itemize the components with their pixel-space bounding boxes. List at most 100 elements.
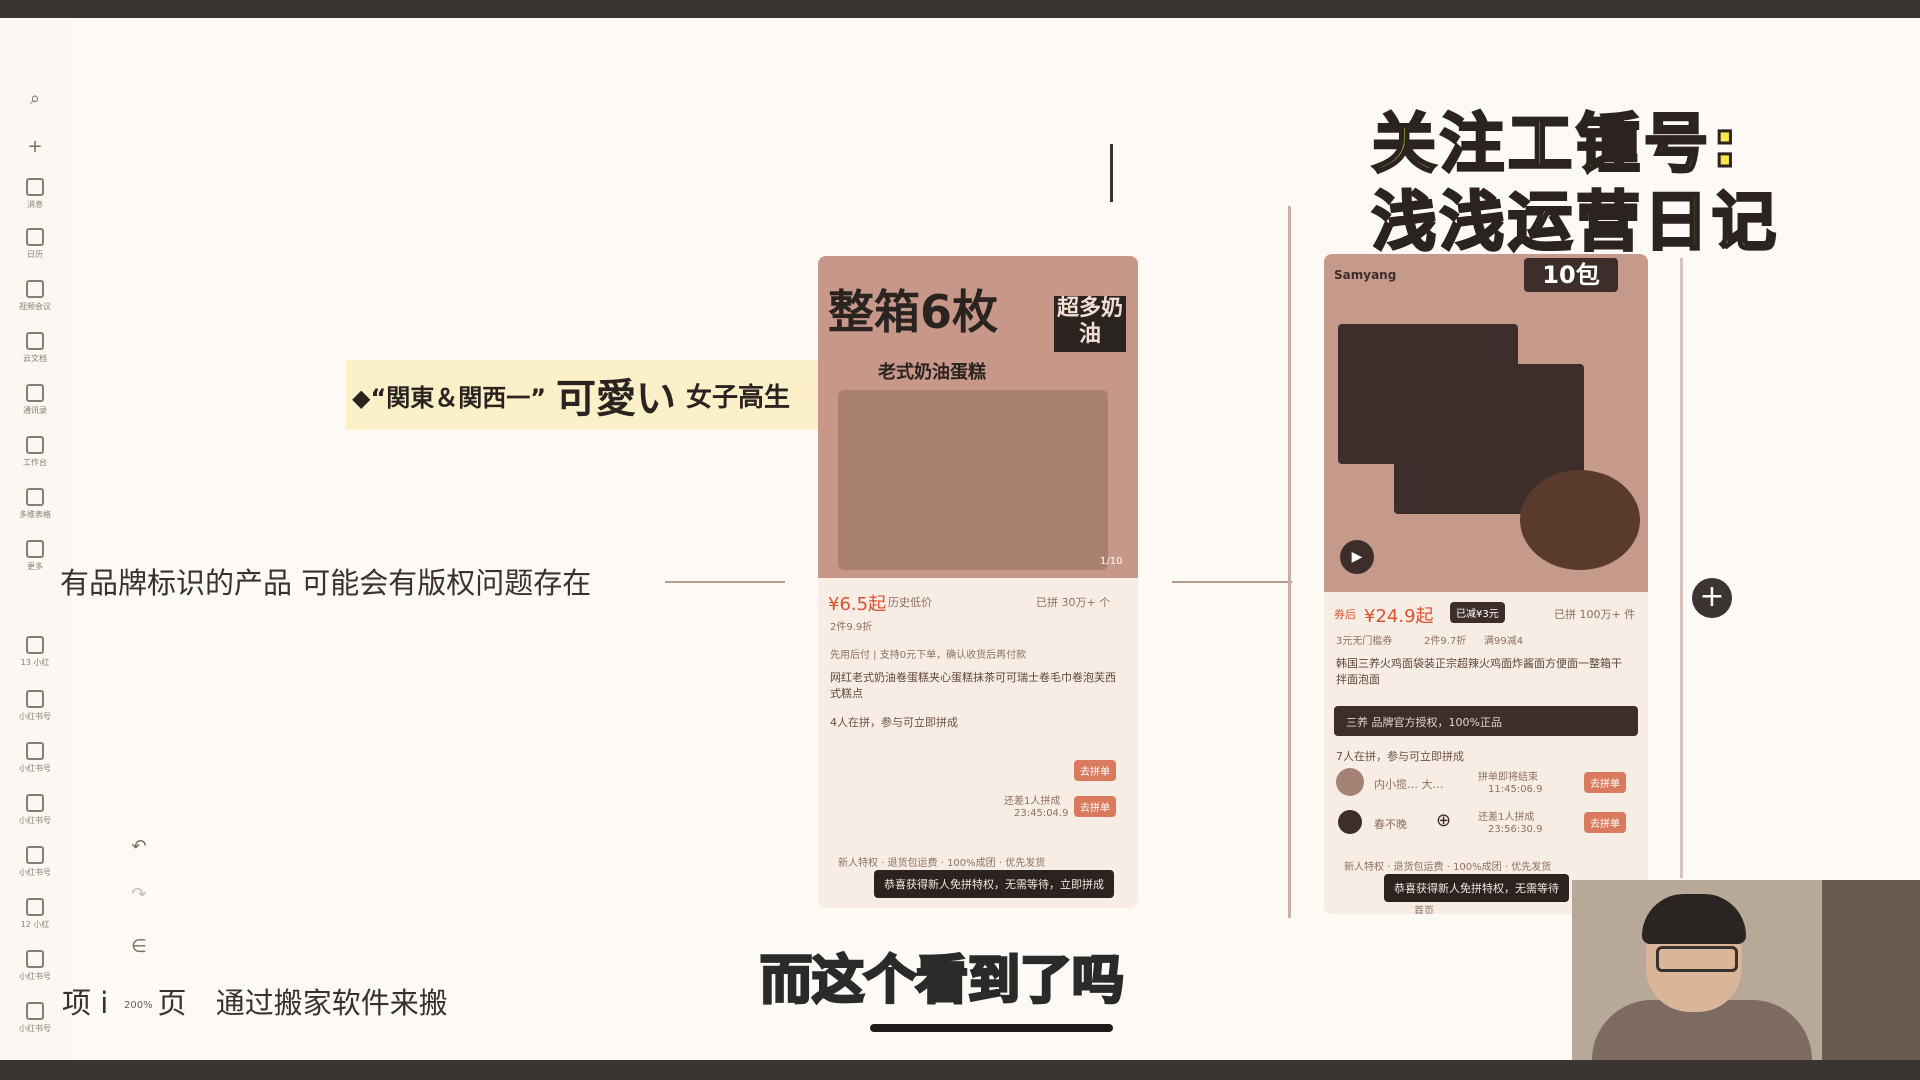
undo-icon[interactable]: ↶ — [126, 836, 152, 857]
sidebar-item-shortcut[interactable]: 小红书号 — [14, 690, 56, 722]
doc-icon — [26, 690, 44, 708]
webcam-overlay — [1572, 880, 1920, 1060]
join-group-button[interactable]: 去拼单 — [1584, 772, 1626, 793]
image-title: 整箱6枚 — [828, 285, 999, 339]
image-tag: 超多奶油 — [1054, 296, 1126, 352]
group-remain: 还差1人拼成 — [1004, 796, 1061, 807]
image-page-counter: 1/10 — [1100, 556, 1123, 567]
play-icon[interactable]: ▶ — [1340, 540, 1374, 574]
search-icon[interactable]: ⌕ — [22, 88, 48, 109]
video-subtitle: 而这个看到了吗 — [758, 950, 1125, 1013]
image-subtitle: 老式奶油蛋糕 — [878, 362, 986, 383]
collapse-icon[interactable]: ∈ — [126, 936, 152, 957]
sidebar-item-base[interactable]: 多维表格 — [14, 488, 56, 520]
product-image: 整箱6枚 超多奶油 老式奶油蛋糕 1/10 — [818, 256, 1138, 578]
table-icon — [26, 488, 44, 506]
avatar — [1336, 768, 1364, 796]
mindmap-canvas: ⌕ + 消息 日历 视频会议 云文档 通讯录 工作台 多维表格 更多 13 小红… — [0, 18, 1920, 1060]
brand-logo: Samyang — [1334, 268, 1397, 282]
coupon: 满99减4 — [1484, 636, 1524, 647]
price: ¥24.9起 — [1364, 606, 1434, 627]
group-user: 内小揽… 大… — [1374, 778, 1444, 791]
sidebar-item-shortcut[interactable]: 小红书号 — [14, 846, 56, 878]
doc-icon — [26, 742, 44, 760]
discount-badge: 已减¥3元 — [1450, 602, 1505, 623]
video-icon — [26, 280, 44, 298]
noodle-bowl — [1520, 470, 1640, 570]
add-icon[interactable]: + — [22, 136, 48, 157]
group-info: 7人在拼，参与可立即拼成 — [1336, 750, 1464, 763]
product-card-cake[interactable]: 整箱6枚 超多奶油 老式奶油蛋糕 1/10 ¥6.5起 历史低价 已拼 30万+… — [818, 256, 1138, 908]
sidebar-item-messages[interactable]: 消息 — [14, 178, 56, 210]
join-group-button[interactable]: 去拼单 — [1074, 760, 1116, 781]
product-image: Samyang 10包 ▶ — [1324, 254, 1648, 592]
calendar-icon — [26, 228, 44, 246]
copyright-note-node[interactable]: 有品牌标识的产品 可能会有版权问题存在 — [60, 560, 591, 602]
doc-icon — [26, 332, 44, 350]
sidebar-item-calendar[interactable]: 日历 — [14, 228, 56, 260]
sidebar-item-shortcut[interactable]: 13 小红 — [14, 636, 56, 668]
group-time: 23:56:30.9 — [1488, 824, 1543, 835]
branch-line — [665, 581, 785, 583]
discount: 2件9.9折 — [830, 622, 873, 633]
sidebar-item-shortcut[interactable]: 小红书号 — [14, 794, 56, 826]
price: ¥6.5起 — [828, 594, 887, 615]
promo-caption: 关注工锺号: 浅浅运营日记 — [1371, 107, 1780, 262]
group-note: 还差1人拼成 — [1478, 812, 1535, 823]
price-note: 历史低价 — [888, 596, 932, 609]
coupon: 3元无门槛券 — [1336, 636, 1393, 647]
branch-connector — [1288, 206, 1291, 918]
cake-photo — [838, 390, 1108, 570]
home-tab[interactable]: 首页 — [1414, 902, 1434, 914]
group-info: 4人在拼，参与可立即拼成 — [830, 716, 958, 729]
sidebar-item-shortcut[interactable]: 12 小红 — [14, 898, 56, 930]
brand-auth-bar[interactable]: 三养 品牌官方授权，100%正品 — [1334, 706, 1638, 736]
join-group-button[interactable]: 去拼单 — [1074, 796, 1116, 817]
guarantee-line: 先用后付 | 支持0元下单，确认收货后再付款 — [830, 650, 1027, 661]
more-icon — [26, 540, 44, 558]
text-cursor — [1110, 144, 1113, 202]
redo-icon[interactable]: ↷ — [126, 884, 152, 905]
sidebar-item-more[interactable]: 更多 — [14, 540, 56, 572]
newuser-perks: 新人特权 · 退货包运费 · 100%成团 · 优先发货 — [838, 858, 1046, 869]
doc-icon — [26, 636, 44, 654]
sidebar-item-shortcut[interactable]: 小红书号 — [14, 950, 56, 982]
sidebar-item-contacts[interactable]: 通讯录 — [14, 384, 56, 416]
bottom-bar — [0, 1060, 1920, 1080]
doc-icon — [26, 846, 44, 864]
avatar — [1338, 810, 1362, 834]
toast-message: 恭喜获得新人免拼特权，无需等待，立即拼成 — [874, 870, 1114, 898]
sold-count: 已拼 100万+ 件 — [1554, 608, 1636, 621]
doc-icon — [26, 898, 44, 916]
move-note-node[interactable]: 项 i 页 通过搬家软件来搬 — [62, 980, 448, 1022]
product-card-noodles[interactable]: Samyang 10包 ▶ 券后 ¥24.9起 已减¥3元 已拼 100万+ 件… — [1324, 254, 1648, 914]
sidebar-item-shortcut[interactable]: 小红书号 — [14, 1002, 56, 1034]
pack-count: 10包 — [1524, 258, 1618, 292]
sold-count: 已拼 30万+ 个 — [1036, 596, 1111, 609]
sidebar-item-docs[interactable]: 云文档 — [14, 332, 56, 364]
group-time: 23:45:04.9 — [1014, 808, 1069, 819]
branch-connector — [1680, 258, 1683, 878]
join-group-button[interactable]: 去拼单 — [1584, 812, 1626, 833]
subtitle-underline — [870, 1024, 1113, 1032]
group-note: 拼单即将结束 — [1478, 772, 1538, 783]
product-name: 网红老式奶油卷蛋糕夹心蛋糕抹茶可可瑞士卷毛巾卷泡芙西式糕点 — [830, 671, 1116, 700]
contacts-icon — [26, 384, 44, 402]
branch-line — [1172, 581, 1292, 583]
chat-icon — [26, 178, 44, 196]
group-time: 11:45:06.9 — [1488, 784, 1543, 795]
sidebar-item-workplace[interactable]: 工作台 — [14, 436, 56, 468]
product-name: 韩国三养火鸡面袋装正宗超辣火鸡面炸酱面方便面一整箱干拌面泡面 — [1336, 657, 1622, 686]
add-node-button[interactable]: + — [1692, 578, 1732, 618]
sidebar-item-shortcut[interactable]: 小红书号 — [14, 742, 56, 774]
zoom-in-icon[interactable]: ⊕ — [1436, 810, 1451, 831]
price-label: 券后 — [1334, 608, 1356, 621]
doc-icon — [26, 794, 44, 812]
newuser-perks: 新人特权 · 退货包运费 · 100%成团 · 优先发货 — [1344, 862, 1552, 873]
toast-message: 恭喜获得新人免拼特权，无需等待 — [1384, 874, 1569, 902]
group-user: 春不晚 — [1374, 818, 1407, 831]
doc-icon — [26, 1002, 44, 1020]
jp-banner-node[interactable]: ◆“関東＆関西一” 可愛い 女子高生 — [346, 360, 886, 430]
sidebar-item-meeting[interactable]: 视频会议 — [14, 280, 56, 312]
doc-icon — [26, 950, 44, 968]
